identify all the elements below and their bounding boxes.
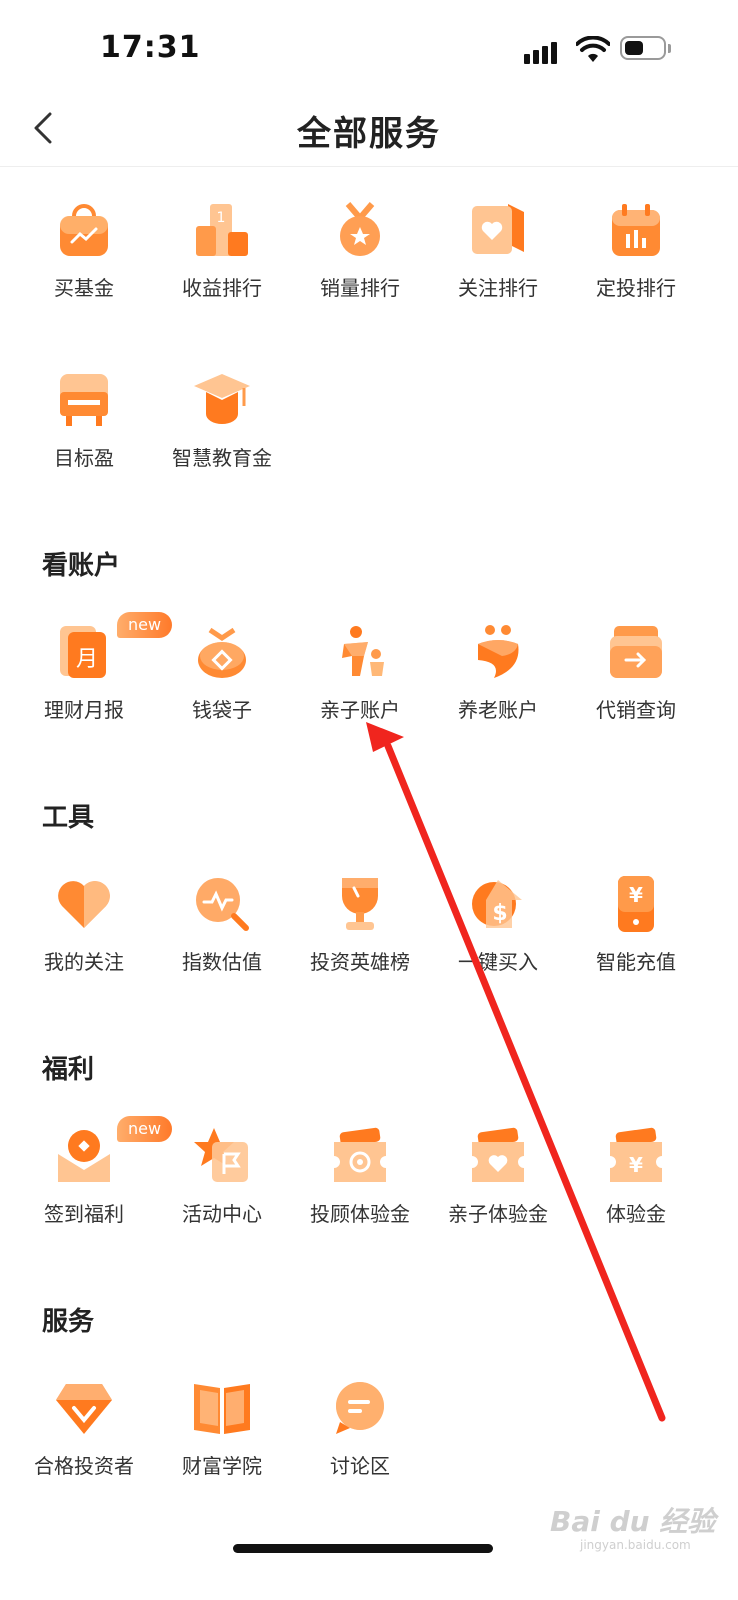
heart-icon bbox=[58, 881, 110, 928]
graduation-cap-icon bbox=[194, 374, 250, 424]
service-item-wealth-academy[interactable]: 财富学院 bbox=[153, 1378, 291, 1528]
service-item-qualified-investor[interactable]: 合格投资者 bbox=[15, 1378, 153, 1528]
service-label: 定投排行 bbox=[596, 276, 676, 300]
magnifier-chart-icon bbox=[196, 878, 249, 931]
elder-icon bbox=[478, 625, 519, 678]
ticket-yen-icon: ¥ bbox=[610, 1127, 662, 1182]
cellular-signal-icon bbox=[524, 38, 564, 64]
calendar-chart-icon bbox=[612, 204, 660, 256]
wifi-icon bbox=[576, 36, 610, 62]
checkin-envelope-icon bbox=[58, 1130, 110, 1182]
podium-icon: 1 bbox=[196, 204, 248, 256]
chat-bubble-icon bbox=[336, 1382, 384, 1434]
service-item-agency-query[interactable]: 代销查询 bbox=[567, 622, 705, 772]
service-label: 钱袋子 bbox=[192, 698, 252, 722]
service-item-my-follow[interactable]: 我的关注 bbox=[15, 874, 153, 1024]
svg-text:1: 1 bbox=[217, 210, 226, 226]
service-item-pension-account[interactable]: 养老账户 bbox=[429, 622, 567, 772]
service-item-earnings-rank[interactable]: 1 收益排行 bbox=[153, 200, 291, 350]
service-item-index-valuation[interactable]: 指数估值 bbox=[153, 874, 291, 1024]
status-time: 17:31 bbox=[100, 30, 201, 65]
watermark-url: jingyan.baidu.com bbox=[580, 1538, 691, 1552]
ticket-target-icon bbox=[334, 1127, 386, 1182]
service-item-activity-center[interactable]: 活动中心 bbox=[153, 1126, 291, 1276]
service-label: 关注排行 bbox=[458, 276, 538, 300]
service-item-discussion[interactable]: 讨论区 bbox=[291, 1378, 429, 1528]
service-label: 理财月报 bbox=[44, 698, 124, 722]
service-label: 买基金 bbox=[54, 276, 114, 300]
service-item-advisory-trial-fund[interactable]: 投顾体验金 bbox=[291, 1126, 429, 1276]
service-label: 智能充值 bbox=[596, 950, 676, 974]
service-label: 合格投资者 bbox=[34, 1454, 134, 1478]
service-item-monthly-report[interactable]: 月 new 理财月报 bbox=[15, 612, 173, 772]
service-label: 体验金 bbox=[606, 1202, 666, 1226]
diamond-check-icon bbox=[56, 1384, 112, 1434]
wallet-arrow-icon bbox=[610, 626, 662, 678]
section-title-account: 看账户 bbox=[42, 551, 121, 581]
star-flag-icon bbox=[194, 1128, 248, 1182]
service-item-parent-child-account[interactable]: 亲子账户 bbox=[291, 622, 429, 772]
service-label: 一键买入 bbox=[458, 950, 538, 974]
service-label: 目标盈 bbox=[54, 446, 114, 470]
section-title-services: 服务 bbox=[42, 1307, 95, 1337]
svg-text:月: 月 bbox=[76, 647, 98, 672]
svg-text:¥: ¥ bbox=[629, 883, 643, 907]
monthly-report-icon: 月 bbox=[60, 626, 106, 678]
service-item-education-fund[interactable]: 智慧教育金 bbox=[153, 370, 291, 520]
section-title-benefits: 福利 bbox=[42, 1055, 95, 1085]
service-label: 亲子账户 bbox=[320, 698, 400, 722]
money-bag-icon bbox=[198, 627, 246, 678]
svg-text:$: $ bbox=[492, 901, 507, 926]
service-label: 指数估值 bbox=[182, 950, 262, 974]
home-indicator[interactable] bbox=[233, 1544, 493, 1553]
service-item-buy-fund[interactable]: 买基金 bbox=[15, 200, 153, 350]
trophy-icon bbox=[342, 878, 378, 930]
service-label: 我的关注 bbox=[44, 950, 124, 974]
service-item-money-bag[interactable]: 钱袋子 bbox=[153, 622, 291, 772]
status-bar: 17:31 bbox=[0, 0, 738, 90]
parent-child-icon bbox=[342, 626, 384, 676]
shopping-bag-icon bbox=[60, 204, 108, 256]
svg-text:¥: ¥ bbox=[629, 1153, 643, 1177]
service-item-hero-board[interactable]: 投资英雄榜 bbox=[291, 874, 429, 1024]
nav-bar: 全部服务 bbox=[0, 90, 738, 167]
page-title: 全部服务 bbox=[297, 114, 441, 154]
service-item-follow-rank[interactable]: 关注排行 bbox=[429, 200, 567, 350]
service-item-family-trial-fund[interactable]: 亲子体验金 bbox=[429, 1126, 567, 1276]
heart-card-icon bbox=[472, 204, 524, 254]
service-label: 投资英雄榜 bbox=[310, 950, 410, 974]
service-item-one-click-buy[interactable]: $ 一键买入 bbox=[429, 874, 567, 1024]
ticket-heart-icon bbox=[472, 1127, 524, 1182]
service-item-aip-rank[interactable]: 定投排行 bbox=[567, 200, 705, 350]
service-item-checkin-bonus[interactable]: new 签到福利 bbox=[15, 1116, 173, 1276]
service-item-sales-rank[interactable]: 销量排行 bbox=[291, 200, 429, 350]
service-label: 收益排行 bbox=[182, 276, 262, 300]
service-label: 讨论区 bbox=[330, 1454, 390, 1478]
service-label: 养老账户 bbox=[458, 698, 538, 722]
service-label: 活动中心 bbox=[182, 1202, 262, 1226]
service-label: 财富学院 bbox=[182, 1454, 262, 1478]
service-item-trial-fund[interactable]: ¥ 体验金 bbox=[567, 1126, 705, 1276]
battery-tip bbox=[668, 44, 671, 53]
train-icon bbox=[60, 374, 108, 426]
service-item-target-profit[interactable]: 目标盈 bbox=[15, 370, 153, 520]
service-label: 投顾体验金 bbox=[310, 1202, 410, 1226]
battery-icon bbox=[620, 36, 666, 60]
service-label: 智慧教育金 bbox=[172, 446, 272, 470]
yen-phone-icon: ¥ bbox=[618, 876, 654, 932]
service-label: 代销查询 bbox=[596, 698, 676, 722]
service-item-smart-topup[interactable]: ¥ 智能充值 bbox=[567, 874, 705, 1024]
watermark-logo: Bai du 经验 bbox=[550, 1505, 716, 1538]
service-label: 亲子体验金 bbox=[448, 1202, 548, 1226]
section-title-tools: 工具 bbox=[42, 803, 95, 833]
open-book-icon bbox=[194, 1384, 250, 1434]
service-label: 签到福利 bbox=[44, 1202, 124, 1226]
dollar-upload-icon: $ bbox=[472, 880, 522, 928]
medal-icon bbox=[340, 202, 380, 256]
service-label: 销量排行 bbox=[320, 276, 400, 300]
